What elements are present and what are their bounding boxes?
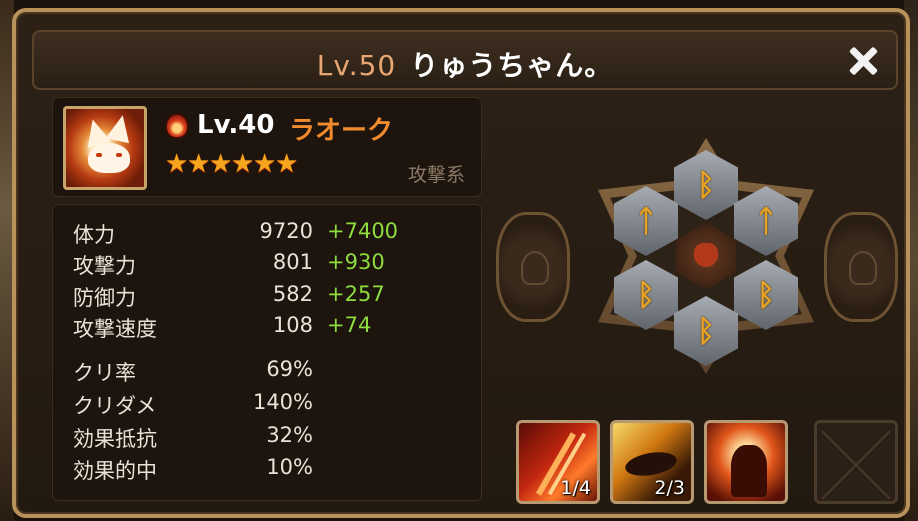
star-icon: ★	[187, 149, 211, 179]
howling-wolf-skill-icon[interactable]	[704, 420, 788, 504]
star-icon: ★	[165, 149, 189, 179]
player-name: りゅうちゃん。	[410, 49, 614, 82]
stat-label: クリ率	[73, 361, 136, 385]
fleur-icon	[849, 251, 877, 285]
stat-value: 582	[272, 282, 313, 306]
title-bar: Lv.50 りゅうちゃん。	[32, 30, 898, 90]
monster-info-window: Lv.50 りゅうちゃん。 Lv.40 ラオーク ★ ★ ★ ★ ★ ★ 攻撃系 …	[12, 8, 910, 518]
monster-header-panel: Lv.40 ラオーク ★ ★ ★ ★ ★ ★ 攻撃系	[52, 97, 482, 197]
stat-value: 108	[272, 313, 313, 337]
stat-row-attack: 攻撃力 801 +930	[73, 250, 473, 280]
stat-label: 効果的中	[73, 459, 157, 483]
stat-bonus: +7400	[327, 219, 399, 243]
stat-label: 防御力	[73, 286, 136, 310]
stat-value: 69%	[266, 357, 313, 381]
stat-label: 攻撃速度	[73, 317, 157, 341]
artifact-slot-right[interactable]	[824, 212, 898, 322]
fire-dragon-skill-icon[interactable]: 2/3	[610, 420, 694, 504]
player-level: Lv.50	[316, 49, 397, 82]
fleur-icon	[521, 251, 549, 285]
skill-level: 1/4	[560, 477, 591, 499]
claw-slash-skill-icon[interactable]: 1/4	[516, 420, 600, 504]
stat-label: 攻撃力	[73, 254, 136, 278]
stat-value: 801	[272, 250, 313, 274]
star-icon: ★	[253, 149, 277, 179]
monster-name: ラオーク	[289, 116, 394, 146]
stat-label: 効果抵抗	[73, 427, 157, 451]
stat-row-speed: 攻撃速度 108 +74	[73, 313, 473, 343]
stat-bonus: +257	[327, 282, 385, 306]
skill-bar: 1/4 2/3	[516, 420, 898, 504]
stat-row-resistance: 効果抵抗 32%	[73, 423, 473, 453]
empty-skill-slot	[814, 420, 898, 504]
stat-value: 32%	[266, 423, 313, 447]
stat-label: 体力	[73, 223, 115, 247]
artifact-slot-left[interactable]	[496, 212, 570, 322]
close-icon[interactable]	[844, 42, 882, 80]
stat-bonus: +74	[327, 313, 372, 337]
rune-board-area: ᛒ ᛏ ᛏ ᛒ ᛒ ᛒ	[496, 112, 916, 402]
rune-board: ᛒ ᛏ ᛏ ᛒ ᛒ ᛒ	[592, 128, 820, 386]
monster-level: Lv.40	[197, 110, 275, 140]
monster-type: 攻撃系	[407, 164, 465, 186]
star-icon: ★	[231, 149, 255, 179]
monster-portrait[interactable]	[63, 106, 147, 190]
stat-row-hp: 体力 9720 +7400	[73, 219, 473, 249]
stat-row-crit-damage: クリダメ 140%	[73, 390, 473, 420]
stat-value: 9720	[259, 219, 313, 243]
star-rating: ★ ★ ★ ★ ★ ★	[165, 149, 299, 179]
stat-value: 10%	[266, 455, 313, 479]
fire-element-icon	[165, 113, 189, 139]
star-icon: ★	[209, 149, 233, 179]
star-icon: ★	[275, 149, 299, 179]
window-title: Lv.50 りゅうちゃん。	[34, 44, 896, 84]
stat-row-defense: 防御力 582 +257	[73, 282, 473, 312]
stat-value: 140%	[252, 390, 313, 414]
stat-bonus: +930	[327, 250, 385, 274]
stat-row-accuracy: 効果的中 10%	[73, 455, 473, 485]
stat-label: クリダメ	[73, 394, 157, 418]
stat-row-crit-rate: クリ率 69%	[73, 357, 473, 387]
skill-level: 2/3	[654, 477, 685, 499]
stats-panel: 体力 9720 +7400 攻撃力 801 +930 防御力 582 +257 …	[52, 204, 482, 501]
